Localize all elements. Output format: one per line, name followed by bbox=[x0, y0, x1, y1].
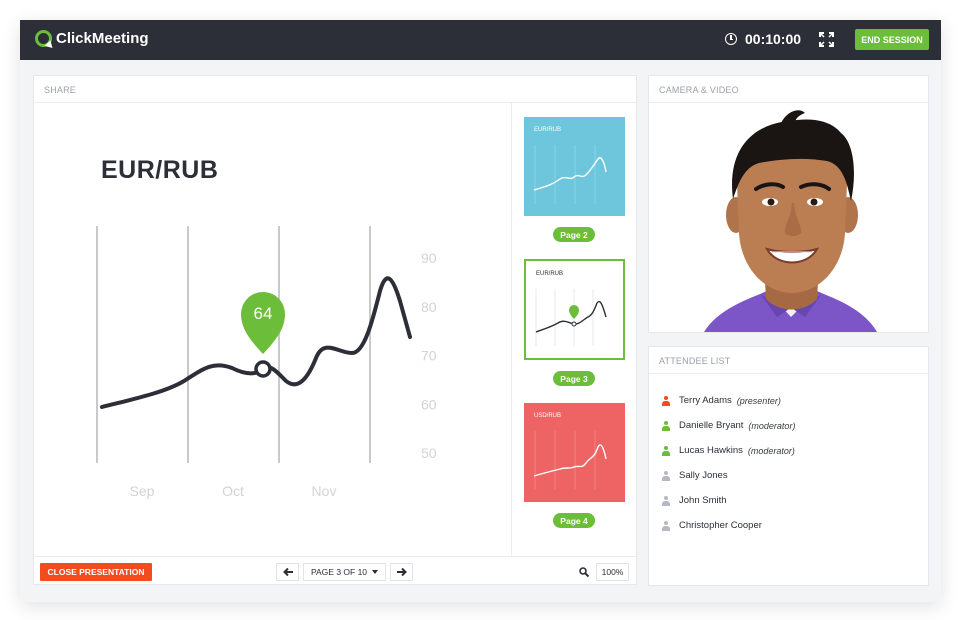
page-indicator: PAGE 3 OF 10 bbox=[310, 567, 368, 577]
chevron-down-icon bbox=[372, 570, 379, 574]
attendee-panel: ATTENDEE LIST Terry Adams (presenter) Da… bbox=[648, 346, 929, 586]
clickmeeting-logo: ClickMeeting bbox=[35, 30, 149, 47]
page-3-pill[interactable]: Page 3 bbox=[553, 371, 595, 386]
thumbnail-chart bbox=[533, 431, 607, 490]
fullscreen-icon[interactable] bbox=[819, 32, 834, 47]
camera-panel: CAMERA & VIDEO bbox=[648, 75, 929, 333]
eur-rub-chart: 90 80 70 60 50 Sep Oct Nov 64 bbox=[96, 226, 437, 499]
share-footer: CLOSE PRESENTATION PAGE 3 OF 10 100% bbox=[34, 556, 636, 584]
x-tick-label: Nov bbox=[312, 483, 337, 499]
presentation-slide: EUR/RUB 90 80 70 60 50 Sep Oct Nov 64 bbox=[34, 103, 511, 556]
prev-page-button[interactable] bbox=[276, 563, 299, 581]
attendee-list: Terry Adams (presenter) Danielle Bryant … bbox=[649, 374, 928, 538]
list-item[interactable]: Christopher Cooper bbox=[649, 513, 928, 538]
moderator-user-icon bbox=[661, 445, 671, 456]
attendee-name: Christopher Cooper bbox=[679, 520, 762, 531]
close-presentation-button[interactable]: CLOSE PRESENTATION bbox=[40, 563, 152, 581]
top-bar: ClickMeeting 00:10:00 END SESSION bbox=[20, 20, 941, 60]
y-tick-label: 80 bbox=[421, 299, 437, 315]
attendee-name: Danielle Bryant bbox=[679, 420, 744, 431]
thumbnail-page-4[interactable]: USD/RUB bbox=[524, 403, 625, 502]
user-icon bbox=[661, 495, 671, 506]
attendee-panel-header: ATTENDEE LIST bbox=[649, 347, 928, 374]
x-tick-label: Oct bbox=[222, 483, 244, 499]
highlight-point bbox=[254, 360, 272, 378]
presenter-video-feed bbox=[704, 110, 877, 332]
attendee-name: Terry Adams bbox=[679, 395, 732, 406]
zoom-icon[interactable] bbox=[579, 567, 589, 577]
list-item[interactable]: John Smith bbox=[649, 488, 928, 513]
camera-panel-header: CAMERA & VIDEO bbox=[649, 76, 928, 103]
clock-icon bbox=[725, 33, 737, 45]
app-window: ClickMeeting 00:10:00 END SESSION SHARE … bbox=[20, 20, 941, 602]
x-tick-label: Sep bbox=[130, 483, 155, 499]
share-panel-header: SHARE bbox=[34, 76, 636, 103]
moderator-user-icon bbox=[661, 420, 671, 431]
thumbnail-page-3[interactable]: EUR/RUB bbox=[524, 259, 625, 360]
attendee-role: (presenter) bbox=[736, 395, 781, 406]
timer-value: 00:10:00 bbox=[745, 31, 802, 47]
presenter-user-icon bbox=[661, 395, 671, 406]
share-panel: SHARE EUR/RUB 90 80 70 60 50 Sep Oct Nov 64 EU… bbox=[33, 75, 637, 585]
y-tick-label: 50 bbox=[421, 445, 437, 461]
slide-thumbnails: EUR/RUB Page 2 EUR/RUB Page 3 USD/RUB Pa… bbox=[511, 103, 636, 556]
attendee-name: Sally Jones bbox=[679, 470, 728, 481]
list-item[interactable]: Terry Adams (presenter) bbox=[649, 388, 928, 413]
end-session-button[interactable]: END SESSION bbox=[855, 29, 929, 50]
list-item[interactable]: Lucas Hawkins (moderator) bbox=[649, 438, 928, 463]
app-name: ClickMeeting bbox=[56, 30, 149, 47]
page-select[interactable]: PAGE 3 OF 10 bbox=[303, 563, 386, 581]
y-tick-label: 60 bbox=[421, 396, 437, 412]
thumbnail-chart bbox=[533, 145, 607, 204]
attendee-role: (moderator) bbox=[747, 445, 795, 456]
camera-video bbox=[649, 103, 928, 332]
y-tick-label: 90 bbox=[421, 250, 437, 266]
y-tick-label: 70 bbox=[421, 348, 437, 364]
zoom-level[interactable]: 100% bbox=[596, 563, 629, 581]
attendee-name: John Smith bbox=[679, 495, 727, 506]
next-page-button[interactable] bbox=[390, 563, 413, 581]
highlight-label: 64 bbox=[254, 304, 273, 323]
clickmeeting-logo-icon bbox=[35, 30, 52, 47]
attendee-role: (moderator) bbox=[748, 420, 796, 431]
thumbnail-page-2[interactable]: EUR/RUB bbox=[524, 117, 625, 216]
list-item[interactable]: Danielle Bryant (moderator) bbox=[649, 413, 928, 438]
list-item[interactable]: Sally Jones bbox=[649, 463, 928, 488]
arrow-left-icon bbox=[282, 568, 293, 576]
page-2-pill[interactable]: Page 2 bbox=[553, 227, 595, 242]
user-icon bbox=[661, 470, 671, 481]
user-icon bbox=[661, 520, 671, 531]
thumbnail-chart bbox=[535, 289, 607, 346]
page-4-pill[interactable]: Page 4 bbox=[553, 513, 595, 528]
arrow-right-icon bbox=[396, 568, 407, 576]
attendee-name: Lucas Hawkins bbox=[679, 445, 743, 456]
session-timer: 00:10:00 bbox=[725, 31, 801, 47]
